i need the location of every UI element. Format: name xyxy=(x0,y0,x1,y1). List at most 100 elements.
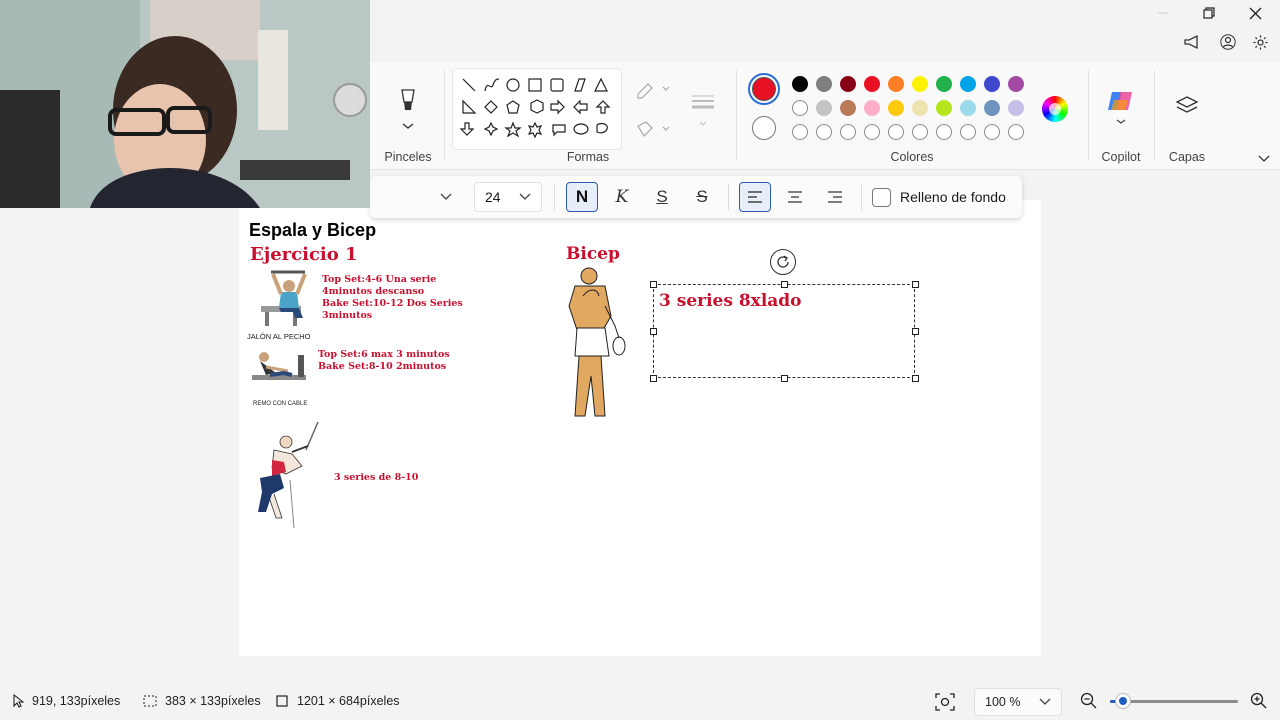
left-arrow-shape-icon xyxy=(573,99,588,115)
strikethrough-button[interactable]: S xyxy=(686,182,718,212)
layers-button[interactable] xyxy=(1174,94,1200,120)
background-fill-checkbox[interactable] xyxy=(872,188,891,207)
copilot-button[interactable] xyxy=(1106,88,1136,128)
pentagon-shape-icon xyxy=(506,100,520,114)
custom-color-slot[interactable] xyxy=(864,124,880,140)
font-size-dropdown[interactable]: 24 xyxy=(474,182,542,212)
color-swatch[interactable] xyxy=(816,100,832,116)
custom-color-slot[interactable] xyxy=(816,124,832,140)
resize-handle[interactable] xyxy=(912,281,919,288)
color-swatch[interactable] xyxy=(816,76,832,92)
custom-color-slot[interactable] xyxy=(888,124,904,140)
custom-color-slot[interactable] xyxy=(960,124,976,140)
zoom-out-button[interactable] xyxy=(1080,692,1100,712)
exercise3-details: 3 series de 8-10 xyxy=(334,472,419,483)
color-swatch[interactable] xyxy=(888,100,904,116)
selection-size: 383 × 133píxeles xyxy=(143,694,261,708)
color-swatch[interactable] xyxy=(960,76,976,92)
secondary-color-button[interactable] xyxy=(752,116,776,140)
resize-handle[interactable] xyxy=(912,328,919,335)
copilot-label: Copilot xyxy=(1101,150,1141,164)
zoom-slider-track[interactable] xyxy=(1110,694,1238,708)
lat-pulldown-caption: JALÓN AL PECHO xyxy=(247,332,311,341)
color-swatch[interactable] xyxy=(984,100,1000,116)
color-swatch[interactable] xyxy=(936,100,952,116)
divider xyxy=(728,184,729,210)
color-swatch[interactable] xyxy=(840,76,856,92)
color-swatch[interactable] xyxy=(792,100,808,116)
down-arrow-shape-icon xyxy=(459,122,475,136)
share-button[interactable] xyxy=(1178,30,1206,54)
color-swatch[interactable] xyxy=(984,76,1000,92)
color-swatch[interactable] xyxy=(1008,100,1024,116)
underline-button[interactable]: S xyxy=(646,182,678,212)
right-arrow-shape-icon xyxy=(550,99,565,115)
shapes-label: Formas xyxy=(566,150,610,164)
color-swatch[interactable] xyxy=(792,76,808,92)
rotate-handle[interactable] xyxy=(770,249,796,275)
fill-dropdown[interactable] xyxy=(636,118,676,140)
font-family-dropdown[interactable] xyxy=(374,182,462,212)
resize-handle[interactable] xyxy=(781,281,788,288)
color-swatch[interactable] xyxy=(1008,76,1024,92)
zoom-slider-thumb[interactable] xyxy=(1115,694,1130,708)
zoom-value: 100 % xyxy=(985,695,1021,709)
divider xyxy=(861,184,862,210)
color-swatch[interactable] xyxy=(864,76,880,92)
color-swatch[interactable] xyxy=(888,76,904,92)
layers-label: Capas xyxy=(1168,150,1206,164)
align-left-icon xyxy=(748,191,762,203)
custom-color-slot[interactable] xyxy=(984,124,1000,140)
custom-color-slot[interactable] xyxy=(936,124,952,140)
webcam-image xyxy=(0,0,370,208)
settings-button[interactable] xyxy=(1246,30,1274,54)
custom-color-slot[interactable] xyxy=(792,124,808,140)
fill-bucket-icon xyxy=(637,121,670,137)
color-swatch[interactable] xyxy=(840,100,856,116)
text-box-content[interactable]: 3 series 8xlado xyxy=(659,291,802,311)
align-center-button[interactable] xyxy=(779,182,811,212)
shape-size-button[interactable] xyxy=(690,90,716,130)
color-swatch[interactable] xyxy=(936,76,952,92)
resize-handle[interactable] xyxy=(650,328,657,335)
divider xyxy=(1154,70,1155,160)
bicep-image xyxy=(568,267,626,417)
primary-color-swatch xyxy=(752,77,776,101)
zoom-out-icon xyxy=(1080,692,1097,709)
align-right-button[interactable] xyxy=(819,182,851,212)
custom-color-slot[interactable] xyxy=(912,124,928,140)
chevron-down-icon xyxy=(1039,698,1051,705)
resize-handle[interactable] xyxy=(650,375,657,382)
restore-button[interactable] xyxy=(1186,2,1232,24)
bold-button[interactable]: N xyxy=(566,182,598,212)
close-button[interactable] xyxy=(1232,2,1278,24)
cursor-position: 919, 133píxeles xyxy=(12,694,120,708)
resize-handle[interactable] xyxy=(781,375,788,382)
text-box-selection[interactable]: 3 series 8xlado xyxy=(653,284,915,378)
color-swatch[interactable] xyxy=(912,100,928,116)
drawing-canvas[interactable]: Espala y Bicep Ejercicio 1 JALÓN AL PECH… xyxy=(239,200,1041,656)
layers-icon xyxy=(1175,96,1199,113)
gear-icon xyxy=(1252,34,1268,50)
copilot-icon xyxy=(1108,92,1132,124)
minimize-button[interactable] xyxy=(1140,2,1186,24)
color-swatch[interactable] xyxy=(912,76,928,92)
resize-handle[interactable] xyxy=(912,375,919,382)
exercise-line: Bake Set:8-10 2minutos xyxy=(318,361,447,372)
color-swatch[interactable] xyxy=(864,100,880,116)
edit-colors-button[interactable] xyxy=(1042,96,1068,122)
align-left-button[interactable] xyxy=(739,182,771,212)
italic-button[interactable]: K xyxy=(606,182,638,212)
outline-dropdown[interactable] xyxy=(636,78,676,100)
brushes-button[interactable] xyxy=(392,86,424,130)
zoom-in-button[interactable] xyxy=(1250,692,1270,712)
zoom-dropdown[interactable]: 100 % xyxy=(974,688,1062,716)
account-button[interactable] xyxy=(1214,30,1242,54)
fit-to-window-button[interactable] xyxy=(934,692,956,712)
primary-color-button[interactable] xyxy=(748,73,780,105)
color-swatch[interactable] xyxy=(960,100,976,116)
custom-color-slot[interactable] xyxy=(1008,124,1024,140)
custom-color-slot[interactable] xyxy=(840,124,856,140)
resize-handle[interactable] xyxy=(650,281,657,288)
collapse-ribbon-button[interactable] xyxy=(1256,152,1272,164)
